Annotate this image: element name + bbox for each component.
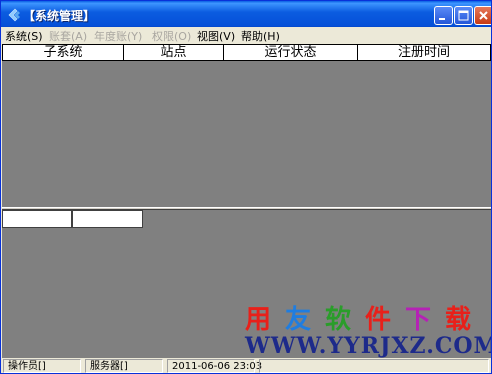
- grid-header: 子系统 站点 运行状态 注册时间: [2, 44, 491, 61]
- watermark-char: 用: [245, 305, 272, 335]
- column-header-subsystem[interactable]: 子系统: [3, 45, 124, 60]
- watermark-char: 下: [405, 305, 432, 335]
- minimize-icon: [439, 18, 445, 20]
- app-icon: [8, 8, 20, 22]
- status-bar: 操作员[] 服务器[] 2011-06-06 23:03: [1, 358, 491, 373]
- maximize-button[interactable]: [454, 6, 473, 25]
- menu-year-account[interactable]: 年度账(Y): [94, 28, 142, 44]
- window-title: 【系统管理】: [23, 9, 96, 23]
- status-operator: 操作员[]: [3, 359, 81, 373]
- menu-permission[interactable]: 权限(O): [152, 28, 191, 44]
- app-window: 【系统管理】 系统(S) 账套(A) 年度账(Y) 权限(O) 视图(V) 帮助…: [0, 0, 492, 374]
- status-server: 服务器[]: [85, 359, 163, 373]
- status-extra: [259, 359, 489, 373]
- column-header-site[interactable]: 站点: [124, 45, 224, 60]
- status-datetime: 2011-06-06 23:03: [167, 359, 262, 373]
- column-header-status[interactable]: 运行状态: [224, 45, 358, 60]
- menu-account[interactable]: 账套(A): [49, 28, 87, 44]
- watermark-url: WWW.YYRJXZ.COM: [245, 333, 492, 359]
- lower-grid-cell[interactable]: [72, 210, 143, 228]
- watermark-char: 软: [325, 305, 352, 335]
- menu-system[interactable]: 系统(S): [5, 28, 43, 44]
- menu-bar: 系统(S) 账套(A) 年度账(Y) 权限(O) 视图(V) 帮助(H): [1, 27, 491, 43]
- watermark: 用 友 软 件 下 载 WWW.YYRJXZ.COM: [245, 299, 491, 361]
- maximize-icon: [458, 10, 469, 21]
- watermark-char: 件: [365, 305, 392, 335]
- lower-grid-cell[interactable]: [2, 210, 72, 228]
- watermark-char: 友: [285, 305, 312, 335]
- menu-view[interactable]: 视图(V): [197, 28, 235, 44]
- close-button[interactable]: [474, 6, 491, 25]
- close-icon: [479, 11, 488, 20]
- watermark-char: 载: [445, 305, 472, 335]
- title-bar[interactable]: 【系统管理】: [1, 1, 491, 29]
- column-header-register-time[interactable]: 注册时间: [358, 45, 490, 60]
- menu-help[interactable]: 帮助(H): [241, 28, 280, 44]
- subsystem-list-pane[interactable]: [2, 61, 491, 207]
- minimize-button[interactable]: [434, 6, 453, 25]
